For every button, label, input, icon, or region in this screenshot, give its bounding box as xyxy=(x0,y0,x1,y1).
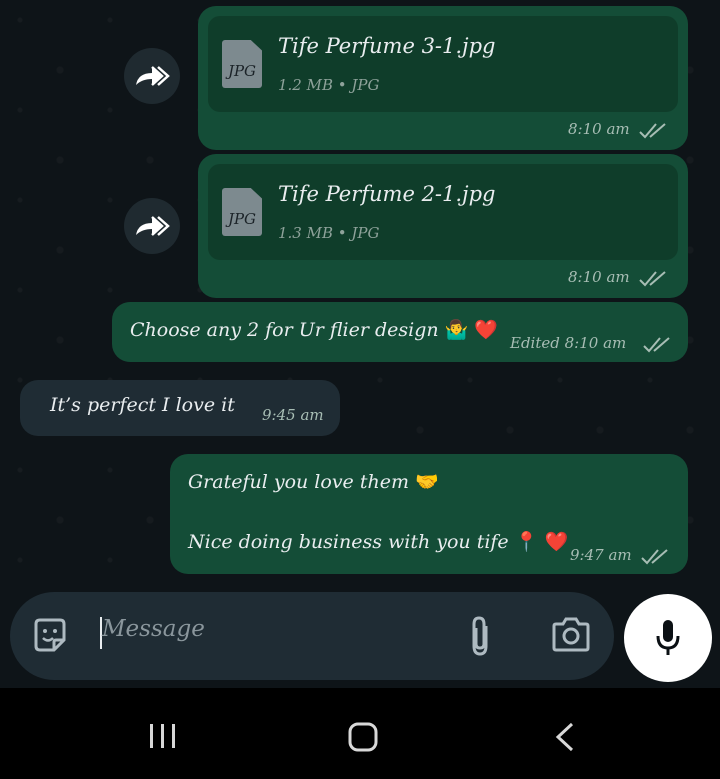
forward-icon xyxy=(136,216,170,236)
chat-area[interactable]: JPG Tife Perfume 3-1.jpg 1.2 MB • JPG 8:… xyxy=(0,0,720,688)
message-status: Edited 8:10 am xyxy=(510,334,626,352)
heart-emoji: ❤️ xyxy=(474,319,499,341)
message-time: 8:10 am xyxy=(568,268,630,286)
heart-emoji: ❤️ xyxy=(544,531,569,553)
double-check-icon xyxy=(643,337,670,353)
text-message[interactable]: Grateful you love them 🤝 Nice doing busi… xyxy=(170,454,688,574)
file-card[interactable]: JPG Tife Perfume 2-1.jpg 1.3 MB • JPG xyxy=(208,164,678,260)
file-message[interactable]: JPG Tife Perfume 3-1.jpg 1.2 MB • JPG 8:… xyxy=(198,6,688,150)
file-meta: 1.3 MB • JPG xyxy=(278,224,380,242)
message-composer[interactable]: Message xyxy=(10,592,614,680)
forward-icon xyxy=(136,66,170,86)
forward-button[interactable] xyxy=(124,198,180,254)
camera-icon[interactable] xyxy=(550,616,592,654)
recents-icon[interactable] xyxy=(148,722,178,750)
double-check-icon xyxy=(639,123,666,139)
double-check-icon xyxy=(639,271,666,287)
handshake-emoji: 🤝 xyxy=(415,471,439,493)
mic-icon xyxy=(656,620,680,655)
message-line: Nice doing business with you tife 📍 ❤️ xyxy=(188,530,568,553)
message-line: Grateful you love them 🤝 xyxy=(188,470,439,493)
back-icon[interactable] xyxy=(554,722,576,752)
text-message[interactable]: Choose any 2 for Ur flier design 🤷‍♂️ ❤️… xyxy=(112,302,688,362)
system-navigation-bar xyxy=(0,688,720,779)
file-message[interactable]: JPG Tife Perfume 2-1.jpg 1.3 MB • JPG 8:… xyxy=(198,154,688,298)
message-time: 9:45 am xyxy=(262,406,324,424)
incoming-message[interactable]: It’s perfect I love it 9:45 am xyxy=(20,380,340,436)
message-input[interactable]: Message xyxy=(102,616,205,642)
message-text: It’s perfect I love it xyxy=(50,394,235,416)
pin-emoji: 📍 xyxy=(514,531,539,553)
message-text: Choose any 2 for Ur flier design 🤷‍♂️ ❤️ xyxy=(130,318,498,341)
forward-button[interactable] xyxy=(124,48,180,104)
file-type-label: JPG xyxy=(227,210,257,228)
file-name: Tife Perfume 3-1.jpg xyxy=(278,34,496,58)
file-name: Tife Perfume 2-1.jpg xyxy=(278,182,496,206)
file-type-label: JPG xyxy=(227,62,257,80)
sticker-icon[interactable] xyxy=(30,616,70,656)
mic-button[interactable] xyxy=(624,594,712,682)
message-time: 9:47 am xyxy=(570,546,632,564)
message-body: Choose any 2 for Ur flier design xyxy=(130,319,439,341)
message-body: Nice doing business with you tife xyxy=(188,531,509,553)
shrug-emoji: 🤷‍♂️ xyxy=(444,319,469,341)
message-time: 8:10 am xyxy=(564,334,627,352)
edited-label: Edited xyxy=(510,334,560,352)
file-card[interactable]: JPG Tife Perfume 3-1.jpg 1.2 MB • JPG xyxy=(208,16,678,112)
file-meta: 1.2 MB • JPG xyxy=(278,76,380,94)
double-check-icon xyxy=(641,549,668,565)
message-body: Grateful you love them xyxy=(188,471,409,493)
home-icon[interactable] xyxy=(348,722,378,752)
message-time: 8:10 am xyxy=(568,120,630,138)
attach-icon[interactable] xyxy=(466,614,494,658)
